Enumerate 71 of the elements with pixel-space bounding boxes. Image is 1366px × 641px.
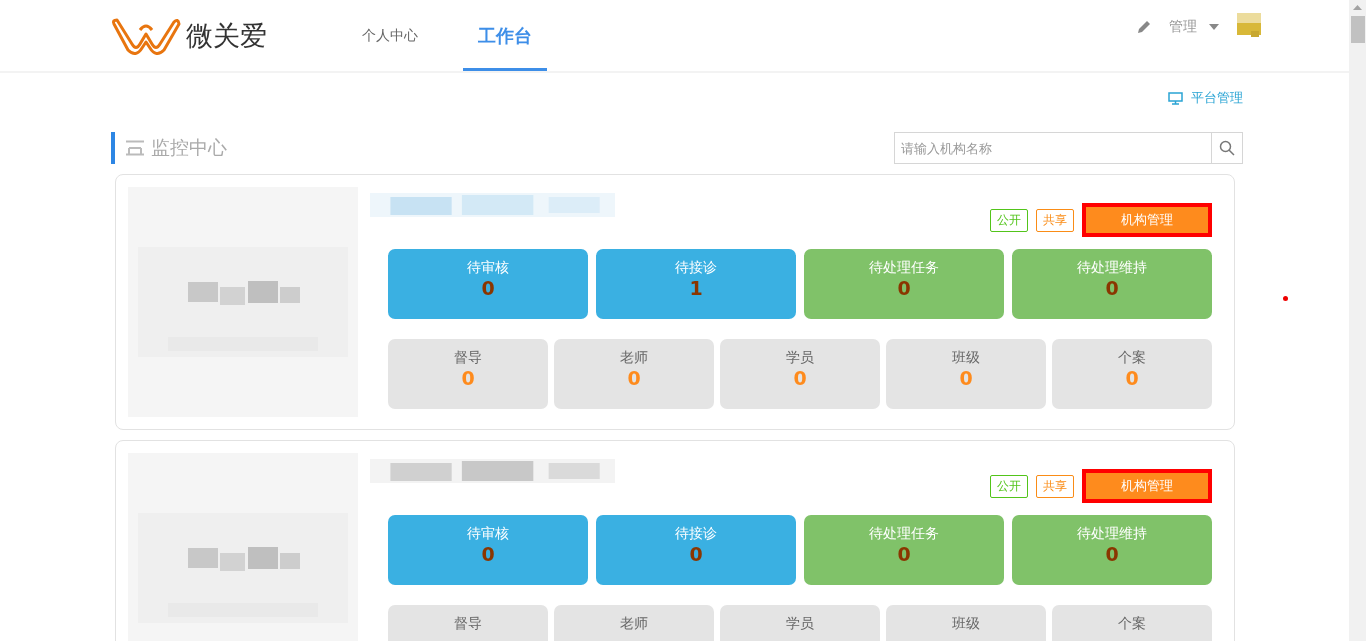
tile-count: 0: [1105, 277, 1119, 299]
manage-button[interactable]: 机构管理: [1082, 469, 1212, 503]
tile-count: 1: [689, 277, 703, 299]
task-tile[interactable]: 待审核 0: [388, 515, 588, 585]
stat-tile[interactable]: 督导 0: [388, 339, 548, 409]
tile-label: 督导: [454, 349, 482, 367]
tag: 共享: [1036, 474, 1074, 498]
tile-label: 班级: [952, 615, 980, 633]
task-tile[interactable]: 待处理维持 0: [1012, 249, 1212, 319]
tag: 共享: [1036, 208, 1074, 232]
stat-tile[interactable]: 班级 0: [886, 339, 1046, 409]
search-button[interactable]: [1211, 132, 1243, 164]
manage-button[interactable]: 机构管理: [1082, 203, 1212, 237]
tile-label: 督导: [454, 615, 482, 633]
tile-label: 待审核: [467, 259, 509, 277]
stat-tile[interactable]: 老师 0: [554, 339, 714, 409]
task-tile[interactable]: 待审核 0: [388, 249, 588, 319]
stat-tile[interactable]: 学员 0: [720, 339, 880, 409]
tile-label: 待处理维持: [1077, 525, 1147, 543]
stat-tile[interactable]: 班级: [886, 605, 1046, 641]
tag: 公开: [990, 208, 1028, 232]
tile-count: 0: [959, 367, 973, 389]
tile-count: 0: [461, 367, 475, 389]
search-field[interactable]: 请输入机构名称: [894, 132, 1211, 164]
tile-label: 待接诊: [675, 259, 717, 277]
caret-icon: [1209, 23, 1219, 30]
tile-label: 个案: [1118, 615, 1146, 633]
dot-mark: [1283, 296, 1288, 301]
nav-tab[interactable]: 工作台: [463, 0, 547, 71]
tile-count: 0: [481, 277, 495, 299]
stat-tile[interactable]: 个案: [1052, 605, 1212, 641]
stat-tile[interactable]: 学员: [720, 605, 880, 641]
tile-count: 0: [1125, 367, 1139, 389]
tile-label: 个案: [1118, 349, 1146, 367]
platform-link[interactable]: 平台管理: [1168, 89, 1243, 107]
tile-label: 老师: [620, 615, 648, 633]
brand-name: 微关爱: [186, 18, 267, 53]
tile-label: 班级: [952, 349, 980, 367]
section-title: 监控中心: [111, 132, 227, 164]
tag: 公开: [990, 474, 1028, 498]
tile-count: 0: [481, 543, 495, 565]
tile-count: 0: [897, 277, 911, 299]
tile-label: 学员: [786, 615, 814, 633]
tile-label: 待接诊: [675, 525, 717, 543]
stat-tile[interactable]: 老师: [554, 605, 714, 641]
tile-label: 待审核: [467, 525, 509, 543]
nav-tab[interactable]: 个人中心: [347, 0, 433, 71]
tile-count: 0: [1105, 543, 1119, 565]
scroll-thumb[interactable]: [1350, 16, 1365, 43]
task-tile[interactable]: 待处理任务 0: [804, 249, 1004, 319]
task-tile[interactable]: 待处理任务 0: [804, 515, 1004, 585]
tile-count: 0: [627, 367, 641, 389]
scrollbar[interactable]: [1349, 0, 1366, 641]
pencil-icon[interactable]: [1137, 19, 1151, 34]
task-tile[interactable]: 待处理维持 0: [1012, 515, 1212, 585]
tile-label: 老师: [620, 349, 648, 367]
tile-count: 0: [897, 543, 911, 565]
user-menu[interactable]: 管理: [1169, 17, 1219, 36]
monitor-icon: [1168, 91, 1183, 105]
panel-icon: [125, 140, 145, 156]
tile-label: 待处理任务: [869, 259, 939, 277]
task-tile[interactable]: 待接诊 0: [596, 515, 796, 585]
tile-label: 待处理任务: [869, 525, 939, 543]
tile-count: 0: [689, 543, 703, 565]
task-tile[interactable]: 待接诊 1: [596, 249, 796, 319]
tile-label: 待处理维持: [1077, 259, 1147, 277]
tile-label: 学员: [786, 349, 814, 367]
stat-tile[interactable]: 督导: [388, 605, 548, 641]
search-icon: [1219, 140, 1235, 156]
stat-tile[interactable]: 个案 0: [1052, 339, 1212, 409]
tile-count: 0: [793, 367, 807, 389]
